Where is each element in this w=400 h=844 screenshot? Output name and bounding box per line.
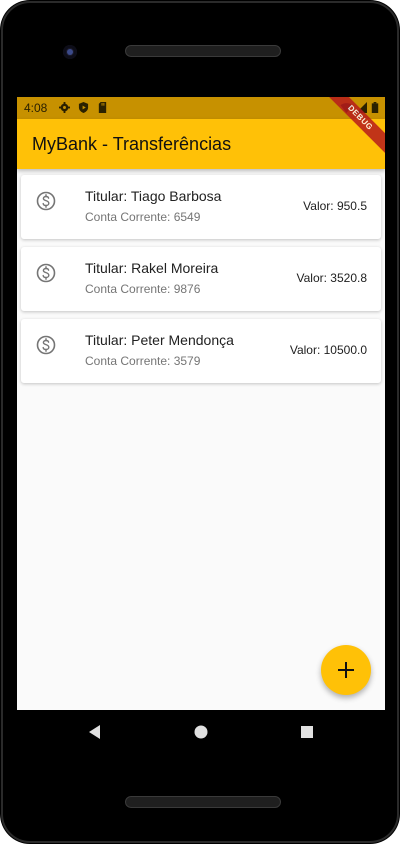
- money-icon: [36, 263, 56, 283]
- transfer-item[interactable]: Titular: Tiago Barbosa Conta Corrente: 6…: [21, 175, 381, 239]
- holder-name: Titular: Peter Mendonça: [85, 332, 234, 348]
- recents-icon[interactable]: [297, 722, 317, 742]
- holder-name: Titular: Rakel Moreira: [85, 260, 219, 276]
- transfer-value: Valor: 950.5: [303, 199, 367, 213]
- system-nav-bar: [17, 710, 385, 754]
- app-screen: 4:08 MyBank - Transferências DEBUG Titul…: [17, 97, 385, 710]
- battery-icon: [371, 102, 379, 113]
- transfer-item[interactable]: Titular: Peter Mendonça Conta Corrente: …: [21, 319, 381, 383]
- add-icon: [338, 662, 354, 678]
- play-protect-icon: [78, 102, 89, 113]
- transfer-value: Valor: 10500.0: [289, 343, 367, 357]
- earpiece-speaker: [125, 45, 281, 57]
- money-icon: [36, 335, 56, 355]
- phone-frame: 4:08 MyBank - Transferências DEBUG Titul…: [0, 0, 400, 844]
- money-icon: [36, 191, 56, 211]
- page-title: MyBank - Transferências: [32, 134, 232, 154]
- sd-card-icon: [98, 102, 107, 113]
- status-bar: 4:08: [17, 97, 385, 119]
- app-bar: MyBank - Transferências: [17, 119, 385, 169]
- front-camera: [63, 45, 77, 59]
- settings-icon: [59, 102, 70, 113]
- home-icon[interactable]: [191, 722, 211, 742]
- transfer-item[interactable]: Titular: Rakel Moreira Conta Corrente: 9…: [21, 247, 381, 311]
- add-transfer-button[interactable]: [321, 645, 371, 695]
- bottom-speaker: [125, 796, 281, 808]
- account-number: Conta Corrente: 9876: [85, 282, 201, 296]
- transfer-value: Valor: 3520.8: [296, 271, 368, 285]
- back-icon[interactable]: [85, 722, 105, 742]
- account-number: Conta Corrente: 6549: [85, 210, 201, 224]
- account-number: Conta Corrente: 3579: [85, 354, 201, 368]
- holder-name: Titular: Tiago Barbosa: [85, 188, 222, 204]
- status-time: 4:08: [24, 101, 48, 115]
